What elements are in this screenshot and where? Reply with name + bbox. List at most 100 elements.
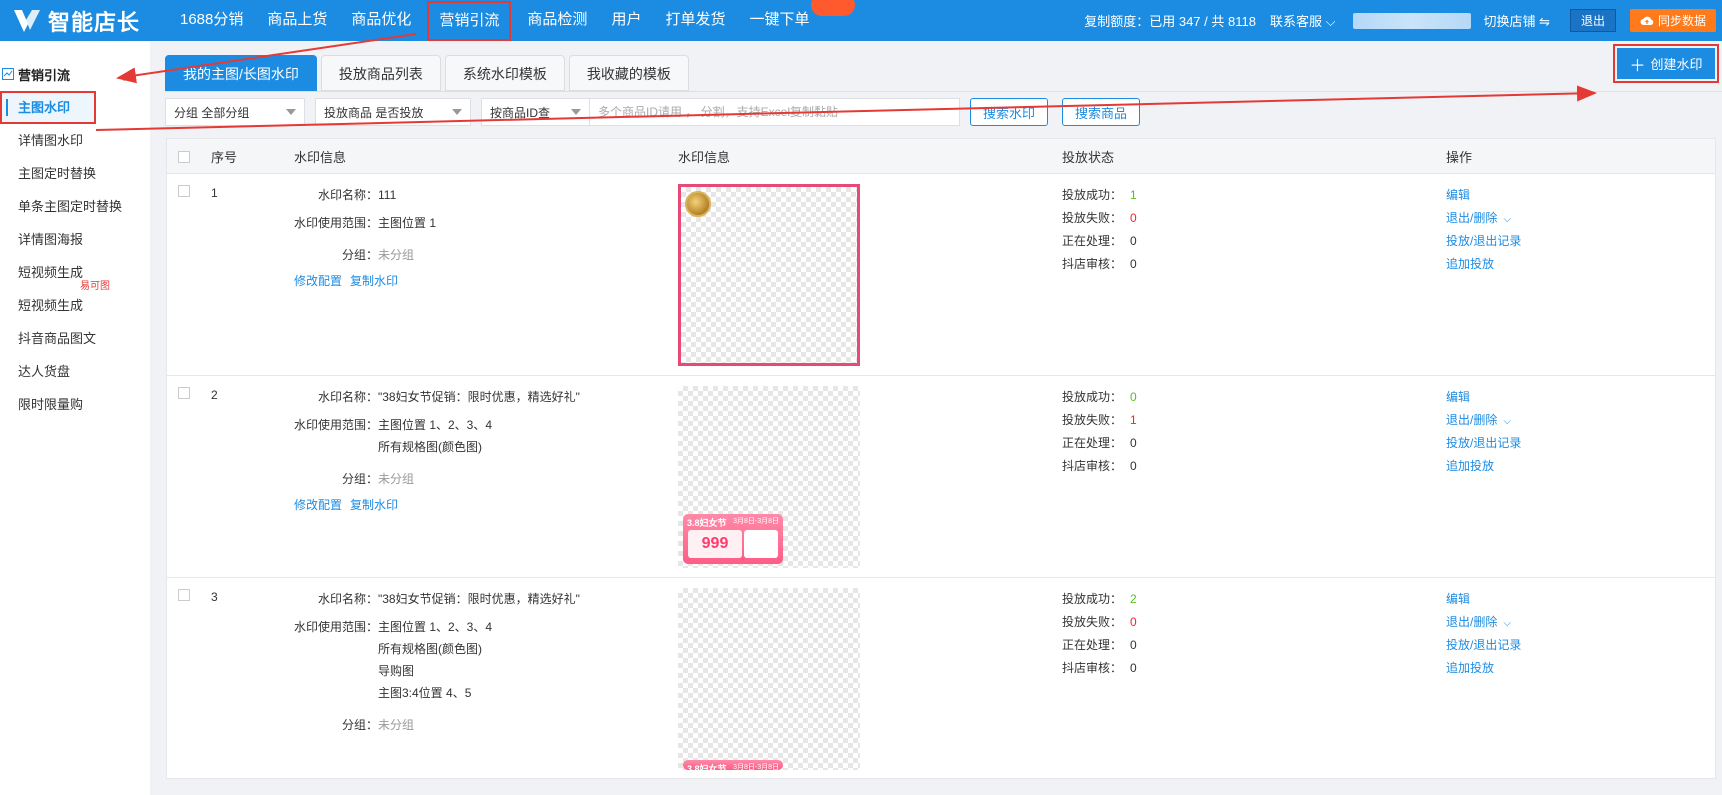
copy-watermark-link[interactable]: 复制水印 [350,496,398,513]
stat-fail: 投放失败： 0 [1062,613,1137,630]
main-content: 我的主图/长图水印 投放商品列表 系统水印模板 我收藏的模板 ＋ 创建水印 分组… [165,41,1722,795]
goods-id-search-input[interactable] [590,98,960,126]
name-key: 水印名称： [317,390,378,404]
scope-value: 主图位置 1、2、3、4 [378,418,493,432]
search-watermark-button[interactable]: 搜索水印 [970,98,1049,126]
sidebar-item-video-gen-2[interactable]: 短视频生成 易可图 [0,281,150,322]
name-value: "38妇女节促销：限时优惠，精选好礼" [378,592,580,606]
app-logo[interactable]: 智能店长 [0,5,168,37]
contact-service-label: 联系客服 [1269,14,1322,29]
edit-link[interactable]: 编辑 [1446,388,1470,405]
nav-item-check[interactable]: 商品检测 [515,0,599,41]
id-search-type-select[interactable]: 按商品ID查 [481,98,590,126]
scope-key: 水印使用范围： [294,418,379,432]
exit-delete-dropdown[interactable]: 退出/删除 ⌵ [1446,209,1511,226]
chevron-down-icon: ⌵ [1503,618,1511,629]
sidebar-item-influencer[interactable]: 达人货盘 [0,355,150,388]
select-all-checkbox[interactable] [178,151,190,163]
sidebar-item-detail-poster[interactable]: 详情图海报 [0,223,150,256]
nav-item-one-click-order[interactable]: 一键下单 [737,0,856,41]
app-name: 智能店长 [48,9,141,35]
exit-delete-dropdown[interactable]: 退出/删除 ⌵ [1446,613,1511,630]
watermark-group: 分组：未分组 [294,716,414,733]
group-select-value: 全部分组 [201,105,250,120]
row-checkbox[interactable] [178,387,190,399]
nav-new-badge [811,0,856,16]
sidebar-group-marketing[interactable]: 营销引流 ︿ [0,57,150,91]
nav-item-users[interactable]: 用户 [599,0,653,41]
put-status-value: 是否投放 [375,105,424,120]
tab-my-watermarks[interactable]: 我的主图/长图水印 [165,55,317,91]
watermark-scope: 水印使用范围：主图位置 1 [294,214,436,231]
sidebar-group-label: 营销引流 [18,67,71,83]
create-watermark-label: 创建水印 [1650,57,1703,72]
search-goods-button[interactable]: 搜索商品 [1062,98,1141,126]
nav-item-shipping[interactable]: 打单发货 [653,0,737,41]
edit-config-link[interactable]: 修改配置 [294,272,342,289]
edit-link[interactable]: 编辑 [1446,590,1470,607]
copy-watermark-link[interactable]: 复制水印 [350,272,398,289]
sidebar-item-flash-sale[interactable]: 限时限量购 [0,388,150,421]
sidebar: 营销引流 ︿ 主图水印 详情图水印 主图定时替换 单条主图定时替换 详情图海报 … [0,41,150,795]
put-status-select[interactable]: 投放商品 是否投放 [315,98,471,126]
stat-success: 投放成功： 1 [1062,186,1137,203]
tab-system-templates[interactable]: 系统水印模板 [444,55,565,91]
row-index: 3 [211,590,218,604]
nav-item-optimize[interactable]: 商品优化 [339,0,423,41]
scope-value: 主图3:4位置 4、5 [378,686,472,700]
row-checkbox[interactable] [178,589,190,601]
table-row: 3 水印名称："38妇女节促销：限时优惠，精选好礼" 水印使用范围：主图位置 1… [167,578,1715,778]
stat-value: 0 [1130,234,1137,248]
row-checkbox[interactable] [178,185,190,197]
scope-key: 水印使用范围： [294,216,379,230]
append-put-link[interactable]: 追加投放 [1446,457,1494,474]
stat-value: 1 [1130,413,1137,427]
tab-put-goods[interactable]: 投放商品列表 [320,55,441,91]
append-put-link[interactable]: 追加投放 [1446,255,1494,272]
sidebar-item-main-watermark[interactable]: 主图水印 [0,91,96,124]
edit-config-link[interactable]: 修改配置 [294,496,342,513]
exit-delete-label: 退出/删除 [1446,413,1498,427]
watermark-thumbnail[interactable] [678,184,860,366]
plus-icon: ＋ [1629,57,1646,75]
nav-item-upload[interactable]: 商品上货 [255,0,339,41]
watermark-scope: 水印使用范围：主图位置 1、2、3、4 [294,416,492,433]
nav-item-1688[interactable]: 1688分销 [168,0,255,41]
nav-item-marketing[interactable]: 营销引流 [427,0,512,41]
sidebar-item-single-timed-replace[interactable]: 单条主图定时替换 [0,190,150,223]
name-key: 水印名称： [317,188,378,202]
put-record-link[interactable]: 投放/退出记录 [1446,636,1521,653]
stat-key: 投放成功： [1062,592,1123,606]
sidebar-item-main-timed-replace[interactable]: 主图定时替换 [0,157,150,190]
watermark-scope-extra: 所有规格图(颜色图) [294,438,482,455]
sync-data-button[interactable]: 同步数据 [1629,9,1716,32]
sidebar-item-douyin-graphic[interactable]: 抖音商品图文 [0,322,150,355]
put-record-link[interactable]: 投放/退出记录 [1446,434,1521,451]
watermark-name: 水印名称："38妇女节促销：限时优惠，精选好礼" [294,388,580,405]
tab-favorite-templates[interactable]: 我收藏的模板 [568,55,689,91]
watermark-thumbnail[interactable]: 3.8妇女节 3月8日-3月8日 [678,588,860,774]
exit-button[interactable]: 退出 [1569,9,1616,32]
watermark-group: 分组：未分组 [294,246,414,263]
col-watermark-image: 水印信息 [678,149,731,165]
stat-value: 2 [1130,592,1137,606]
exit-delete-dropdown[interactable]: 退出/删除 ⌵ [1446,411,1511,428]
filter-bar: 分组 全部分组 投放商品 是否投放 按商品ID查 搜索水印 搜索商品 [165,97,1722,127]
create-watermark-button[interactable]: ＋ 创建水印 [1613,44,1719,83]
sidebar-item-detail-watermark[interactable]: 详情图水印 [0,124,150,157]
watermark-thumbnail[interactable]: 3.8妇女节 3月8日-3月8日 999 [678,386,860,568]
stat-key: 抖店审核： [1062,459,1123,473]
watermark-name: 水印名称：111 [294,186,396,203]
append-put-link[interactable]: 追加投放 [1446,659,1494,676]
watermark-group: 分组：未分组 [294,470,414,487]
scope-value: 所有规格图(颜色图) [378,642,482,656]
contact-service[interactable]: 联系客服 ⌵ [1270,11,1336,30]
table-header: 序号 水印信息 水印信息 投放状态 操作 [167,139,1715,174]
switch-shop-link[interactable]: 切换店铺 ⇋ [1483,11,1550,30]
chevron-up-icon[interactable]: ︿ [123,65,136,84]
put-record-link[interactable]: 投放/退出记录 [1446,232,1521,249]
sidebar-item-video-gen[interactable]: 短视频生成 [0,256,150,289]
group-value: 未分组 [378,472,415,486]
group-select[interactable]: 分组 全部分组 [165,98,305,126]
edit-link[interactable]: 编辑 [1446,186,1470,203]
